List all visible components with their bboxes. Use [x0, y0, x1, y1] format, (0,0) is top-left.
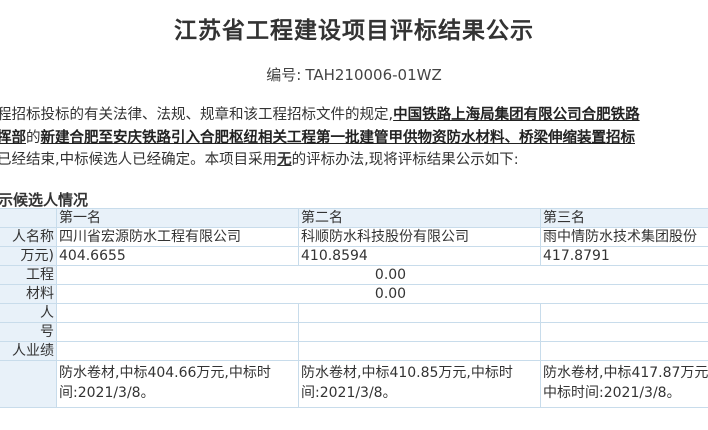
table-cell: 417.8791 — [540, 246, 708, 266]
row-label: 材料 — [0, 284, 57, 304]
page-title: 江苏省工程建设项目评标结果公示 — [174, 18, 534, 44]
table-cell-merged: 0.00 — [56, 284, 708, 304]
intro-text: 程招标投标的有关法律、法规、规章和该工程招标文件的规定, — [0, 107, 394, 123]
serial-value: TAH210006-01WZ — [305, 66, 442, 84]
table-header-cell: 第三名 — [540, 208, 708, 228]
tenderer-name: 中国铁路上海局集团有限公司合肥铁路 — [393, 107, 640, 123]
row-label: 人 — [0, 303, 57, 323]
table-cell — [540, 322, 708, 342]
table-cell — [540, 341, 708, 361]
row-label: 号 — [0, 322, 57, 342]
table-cell: 404.6655 — [56, 246, 299, 266]
serial-label: 编号: — [266, 66, 302, 84]
table-cell — [56, 303, 299, 323]
table-row: 防水卷材,中标404.66万元,中标时间:2021/3/8。 防水卷材,中标41… — [0, 360, 708, 408]
table-cell: 雨中情防水技术集团股份 — [540, 227, 708, 247]
table-cell: 科顺防水科技股份有限公司 — [298, 227, 541, 247]
row-label: 工程 — [0, 265, 57, 285]
table-cell — [298, 303, 541, 323]
table-cell — [56, 341, 299, 361]
intro-text: 的评标办法,现将评标结果公示如下: — [291, 152, 519, 168]
table-row: 人业绩 — [0, 341, 708, 361]
table-row: 人 — [0, 303, 708, 323]
table-cell: 410.8594 — [298, 246, 541, 266]
table-cell: 四川省宏源防水工程有限公司 — [56, 227, 299, 247]
table-row: 万元) 404.6655 410.8594 417.8791 — [0, 246, 708, 266]
intro-paragraph: 程招标投标的有关法律、法规、规章和该工程招标文件的规定,中国铁路上海局集团有限公… — [0, 104, 708, 172]
intro-text: 的 — [26, 129, 41, 146]
table-cell — [540, 303, 708, 323]
table-cell — [56, 322, 299, 342]
evaluation-method: 无 — [277, 152, 292, 168]
row-label: 人业绩 — [0, 341, 57, 361]
table-header-cell — [0, 208, 57, 228]
project-name: 新建合肥至安庆铁路引入合肥枢纽相关工程第一批建管甲供物资防水材料、桥梁伸缩装置招… — [40, 129, 636, 146]
tenderer-name-cont: 挥部 — [0, 129, 26, 146]
table-cell — [298, 341, 541, 361]
table-cell — [298, 322, 541, 342]
table-row: 工程 0.00 — [0, 265, 708, 285]
table-header-cell: 第二名 — [298, 208, 541, 228]
table-cell: 防水卷材,中标404.66万元,中标时间:2021/3/8。 — [56, 360, 299, 408]
section-title: 示候选人情况 — [0, 191, 89, 209]
table-cell-merged: 0.00 — [56, 265, 708, 285]
intro-text: 已经结束,中标候选人已经确定。本项目采用 — [0, 152, 278, 168]
table-cell: 防水卷材,中标410.85万元,中标时间:2021/3/8。 — [298, 360, 541, 408]
serial-number: 编号: TAH210006-01WZ — [0, 64, 708, 85]
table-row: 号 — [0, 322, 708, 342]
table-header-row: 第一名 第二名 第三名 — [0, 208, 708, 228]
table-cell: 防水卷材,中标417.87万元,中标时间:2021/3/8。 — [540, 360, 708, 408]
candidates-table: 第一名 第二名 第三名 人名称 四川省宏源防水工程有限公司 科顺防水科技股份有限… — [0, 208, 708, 408]
table-row: 人名称 四川省宏源防水工程有限公司 科顺防水科技股份有限公司 雨中情防水技术集团… — [0, 227, 708, 247]
row-label: 人名称 — [0, 227, 57, 247]
row-label — [0, 360, 57, 408]
table-row: 材料 0.00 — [0, 284, 708, 304]
row-label: 万元) — [0, 246, 57, 266]
table-header-cell: 第一名 — [56, 208, 299, 228]
